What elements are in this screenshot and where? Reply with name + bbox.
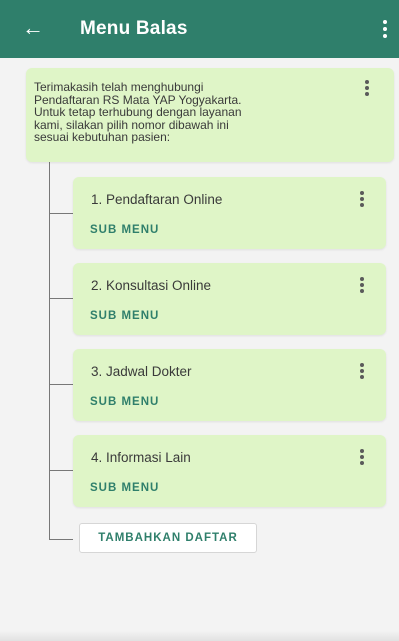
sub-menu-button[interactable]: SUB MENU [90, 224, 159, 236]
tree-connector-item-1 [49, 213, 73, 214]
root-message-menu-button[interactable] [360, 77, 374, 99]
menu-item-card[interactable]: 1. Pendaftaran Online SUB MENU [73, 177, 386, 249]
tree-connector-item-3 [49, 384, 73, 385]
app-bar: ← Menu Balas [0, 0, 399, 58]
menu-item-options-button[interactable] [355, 360, 369, 382]
sub-menu-button[interactable]: SUB MENU [90, 310, 159, 322]
menu-item-label: 2. Konsultasi Online [91, 278, 212, 293]
overflow-menu-button[interactable] [377, 16, 393, 42]
root-message-card[interactable]: Terimakasih telah menghubungi Pendaftara… [26, 68, 394, 162]
sub-menu-button[interactable]: SUB MENU [90, 482, 159, 494]
more-vert-icon [365, 79, 369, 84]
more-vert-icon [360, 362, 364, 367]
menu-item-label: 3. Jadwal Dokter [91, 364, 192, 379]
menu-item-label: 4. Informasi Lain [91, 450, 191, 465]
back-button[interactable]: ← [20, 15, 46, 41]
page-title: Menu Balas [80, 18, 188, 39]
tree-connector-item-2 [49, 298, 73, 299]
add-list-button[interactable]: TAMBAHKAN DAFTAR [79, 523, 257, 553]
more-vert-icon [360, 448, 364, 453]
bottom-shadow [0, 631, 399, 641]
menu-item-options-button[interactable] [355, 188, 369, 210]
tree-connector-add [49, 539, 73, 540]
menu-item-card[interactable]: 2. Konsultasi Online SUB MENU [73, 263, 386, 335]
menu-item-card[interactable]: 3. Jadwal Dokter SUB MENU [73, 349, 386, 421]
menu-item-card[interactable]: 4. Informasi Lain SUB MENU [73, 435, 386, 507]
arrow-left-icon: ← [22, 15, 44, 40]
tree-connector-item-4 [49, 470, 73, 471]
root-message-text: Terimakasih telah menghubungi Pendaftara… [34, 80, 242, 144]
more-vert-icon [383, 20, 387, 24]
screen: ← Menu Balas Terimakasih telah menghubun… [0, 0, 399, 641]
more-vert-icon [360, 276, 364, 281]
menu-item-options-button[interactable] [355, 446, 369, 468]
menu-item-label: 1. Pendaftaran Online [91, 192, 223, 207]
sub-menu-button[interactable]: SUB MENU [90, 396, 159, 408]
tree-connector-vertical [49, 162, 50, 540]
more-vert-icon [360, 190, 364, 195]
menu-item-options-button[interactable] [355, 274, 369, 296]
